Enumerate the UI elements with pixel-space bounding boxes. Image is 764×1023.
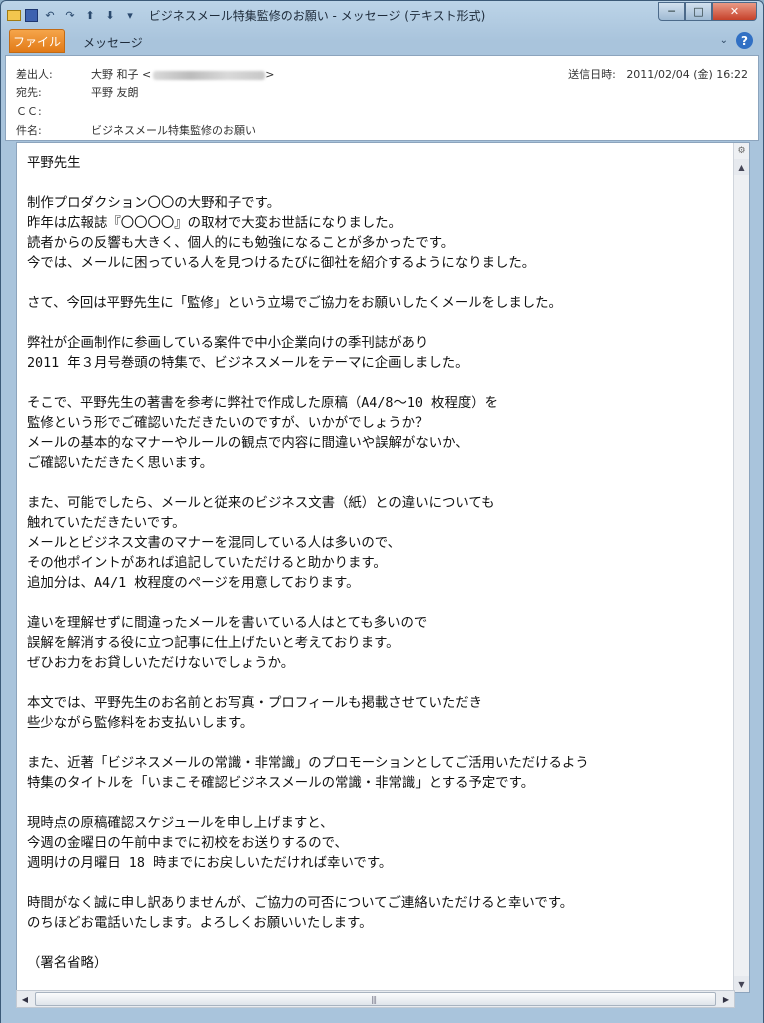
body-line: 昨年は広報誌『〇〇〇〇』の取材で大変お世話になりました。 [27, 216, 402, 231]
body-line: また、近著「ビジネスメールの常識・非常識」のプロモーションとしてご活用いただける… [27, 756, 589, 771]
from-row: 差出人: 大野 和子 < > 送信日時: 2011/02/04 (金) 16:22 [6, 66, 758, 84]
body-line: 特集のタイトルを「いまこそ確認ビジネスメールの常識・非常識」とする予定です。 [27, 776, 535, 791]
body-line [27, 274, 727, 294]
subject-value: ビジネスメール特集監修のお願い [91, 124, 256, 137]
body-line: 誤解を解消する役に立つ記事に仕上げたいと考えております。 [27, 636, 400, 651]
title-bar: ↶ ↷ ⬆ ⬇ ▾ ビジネスメール特集監修のお願い - メッセージ (テキスト形… [1, 1, 763, 29]
body-line: メールの基本的なマナーやルールの観点で内容に間違いや誤解がないか、 [27, 436, 469, 451]
body-line: また、可能でしたら、メールと従来のビジネス文書（紙）との違いについても [27, 496, 495, 511]
horizontal-scroll-thumb[interactable]: ||| [35, 992, 716, 1006]
sent-value: 2011/02/04 (金) 16:22 [626, 68, 748, 81]
subject-label: 件名: [16, 124, 42, 137]
ribbon-tabs: ファイル メッセージ ⌄ ? [1, 29, 763, 53]
message-window: ↶ ↷ ⬆ ⬇ ▾ ビジネスメール特集監修のお願い - メッセージ (テキスト形… [0, 0, 764, 1023]
to-label: 宛先: [16, 86, 42, 99]
body-line: 今週の金曜日の午前中までに初校をお送りするので、 [27, 836, 348, 851]
body-line: その他ポイントがあれば追記していただけると助かります。 [27, 556, 387, 571]
minimize-ribbon-icon[interactable]: ⌄ [720, 35, 728, 46]
body-line: メールとビジネス文書のマナーを混同している人は多いので、 [27, 536, 401, 551]
body-line [27, 474, 727, 494]
body-line [27, 734, 727, 754]
horizontal-scrollbar[interactable]: ◀ ||| ▶ [16, 990, 735, 1008]
body-line: そこで、平野先生の著書を参考に弊社で作成した原稿（A4/8～10 枚程度）を [27, 396, 499, 411]
body-line: 現時点の原稿確認スケジュールを申し上げますと、 [27, 816, 334, 831]
body-line: 監修という形でご確認いただきたいのですが、いかがでしょうか？ [27, 416, 429, 431]
body-line: 読者からの反響も大きく、個人的にも勉強になることが多かったです。 [27, 236, 455, 251]
split-icon[interactable]: ⚙ [734, 143, 749, 159]
body-line: ぜひお力をお貸しいただけないでしょうか。 [27, 656, 295, 671]
body-line: 制作プロダクション〇〇の大野和子です。 [27, 196, 281, 211]
message-body-text[interactable]: 平野先生制作プロダクション〇〇の大野和子です。昨年は広報誌『〇〇〇〇』の取材で大… [27, 154, 727, 984]
body-line: 本文では、平野先生のお名前とお写真・プロフィールも掲載させていただき [27, 696, 483, 711]
body-line: 平野先生 [27, 156, 81, 171]
scroll-down-icon[interactable]: ▼ [734, 976, 749, 992]
body-line: 今では、メールに困っている人を見つけるたびに御社を紹介するようになりました。 [27, 256, 536, 271]
message-body-pane[interactable]: 平野先生制作プロダクション〇〇の大野和子です。昨年は広報誌『〇〇〇〇』の取材で大… [16, 142, 750, 993]
body-line [27, 374, 727, 394]
body-line: 追加分は、A4/1 枚程度のページを用意しております。 [27, 576, 360, 591]
body-line: 2011 年３月号巻頭の特集で、ビジネスメールをテーマに企画しました。 [27, 356, 469, 371]
maximize-button[interactable]: □ [685, 2, 712, 21]
minimize-button[interactable]: ─ [658, 2, 685, 21]
to-value[interactable]: 平野 友朗 [91, 84, 139, 100]
scroll-left-icon[interactable]: ◀ [17, 991, 33, 1007]
body-line: 些少ながら監修料をお支払いします。 [27, 716, 254, 731]
subject-row: 件名: ビジネスメール特集監修のお願い [6, 122, 758, 140]
vertical-scrollbar[interactable]: ⚙ ▲ ▼ [733, 143, 749, 992]
tab-file[interactable]: ファイル [9, 29, 65, 53]
body-line: 違いを理解せずに間違ったメールを書いている人はとても多いので [27, 616, 428, 631]
body-line [27, 314, 727, 334]
body-line [27, 874, 727, 894]
from-name: 大野 和子 < [91, 68, 152, 81]
body-line: 時間がなく誠に申し訳ありませんが、ご協力の可否についてご連絡いただけると幸いです… [27, 896, 574, 911]
window-controls: ─ □ ✕ [658, 2, 757, 21]
from-value[interactable]: 大野 和子 < > [91, 66, 274, 82]
scroll-right-icon[interactable]: ▶ [718, 991, 734, 1007]
body-line: さて、今回は平野先生に「監修」という立場でご協力をお願いしたくメールをしました。 [27, 296, 562, 311]
body-line: 触れていただきたいです。 [27, 516, 186, 531]
help-icon[interactable]: ? [736, 32, 753, 49]
body-line [27, 174, 727, 194]
message-header: 差出人: 大野 和子 < > 送信日時: 2011/02/04 (金) 16:22… [5, 55, 759, 141]
body-line: （署名省略） [27, 956, 108, 971]
body-line [27, 934, 727, 954]
grip-icon: ||| [371, 995, 377, 1004]
window-title: ビジネスメール特集監修のお願い - メッセージ (テキスト形式) [148, 9, 486, 23]
scroll-up-icon[interactable]: ▲ [734, 159, 749, 175]
cc-label: ＣＣ: [16, 105, 42, 118]
redacted-email [153, 70, 266, 80]
body-line [27, 674, 727, 694]
to-row: 宛先: 平野 友朗 [6, 84, 758, 102]
tab-message[interactable]: メッセージ [83, 34, 143, 51]
body-line [27, 594, 727, 614]
body-line: のちほどお電話いたします。よろしくお願いいたします。 [27, 916, 373, 931]
from-suffix: > [265, 68, 275, 81]
body-line: 週明けの月曜日 18 時までにお戻しいただければ幸いです。 [27, 856, 393, 871]
sent-info: 送信日時: 2011/02/04 (金) 16:22 [568, 66, 748, 82]
sent-label: 送信日時: [568, 68, 616, 81]
status-bar [1, 1009, 763, 1023]
body-line: ご確認いただきたく思います。 [27, 456, 214, 471]
ribbon-right-controls: ⌄ ? [720, 32, 753, 49]
from-label: 差出人: [16, 68, 53, 81]
close-button[interactable]: ✕ [712, 2, 757, 21]
cc-row: ＣＣ: [6, 103, 758, 121]
body-line [27, 794, 727, 814]
body-line: 弊社が企画制作に参画している案件で中小企業向けの季刊誌があり [27, 336, 429, 351]
